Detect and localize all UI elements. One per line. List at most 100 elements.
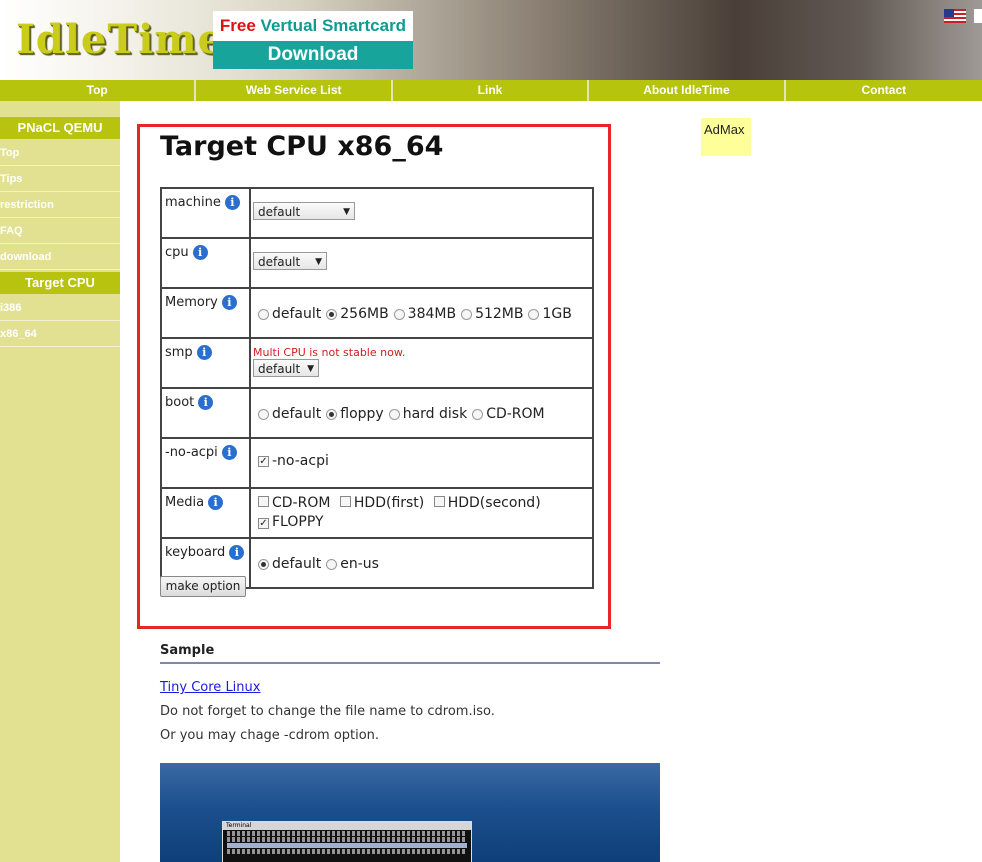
nav-top[interactable]: Top bbox=[0, 80, 197, 101]
memory-option-label: 1GB bbox=[542, 306, 572, 322]
option-row-memory: Memory i default 256MB 384MB 512MB 1GB bbox=[160, 287, 594, 339]
chevron-down-icon: ▼ bbox=[307, 364, 314, 374]
option-label-keyboard: keyboard bbox=[165, 545, 226, 560]
option-row-boot: boot i default floppy hard disk CD-ROM bbox=[160, 387, 594, 439]
no-acpi-checkbox-label: -no-acpi bbox=[272, 453, 329, 469]
memory-radio-default[interactable] bbox=[258, 308, 269, 320]
media-option-label: FLOPPY bbox=[272, 514, 324, 530]
boot-radio-cdrom[interactable] bbox=[472, 408, 484, 420]
us-flag-icon[interactable] bbox=[944, 9, 966, 23]
sidebar-item-x86-64[interactable]: x86_64 bbox=[0, 322, 120, 347]
smp-warning-text: Multi CPU is not stable now. bbox=[253, 346, 406, 359]
download-banner[interactable]: Free Vertual Smartcard Download bbox=[213, 11, 413, 69]
info-icon[interactable]: i bbox=[221, 445, 237, 460]
info-icon[interactable]: i bbox=[192, 245, 208, 260]
info-icon[interactable]: i bbox=[208, 495, 224, 510]
sample-screenshot: Terminal bbox=[160, 763, 660, 862]
chevron-down-icon: ▼ bbox=[343, 207, 350, 217]
media-option-label: HDD(second) bbox=[447, 495, 541, 511]
admax-ad[interactable]: AdMax bbox=[701, 118, 751, 156]
memory-option-label: 384MB bbox=[407, 306, 457, 322]
smp-select[interactable]: default ▼ bbox=[253, 359, 319, 377]
sidebar-item-top[interactable]: Top bbox=[0, 141, 120, 166]
terminal-line bbox=[227, 843, 467, 848]
info-icon[interactable]: i bbox=[198, 395, 214, 410]
boot-option-label: default bbox=[272, 406, 322, 422]
info-icon[interactable]: i bbox=[221, 295, 237, 310]
media-checkbox-floppy[interactable]: ✓ bbox=[258, 518, 269, 529]
machine-select[interactable]: default ▼ bbox=[253, 202, 355, 220]
sidebar: PNaCL QEMU Top Tips restriction FAQ down… bbox=[0, 101, 120, 862]
sidebar-item-tips[interactable]: Tips bbox=[0, 167, 120, 192]
nav-web-service-list[interactable]: Web Service List bbox=[196, 80, 393, 101]
boot-option-label: hard disk bbox=[402, 406, 468, 422]
sidebar-item-download[interactable]: download bbox=[0, 245, 120, 270]
memory-option-label: default bbox=[272, 306, 322, 322]
sidebar-item-restriction[interactable]: restriction bbox=[0, 193, 120, 218]
banner-download-text: Download bbox=[213, 41, 413, 69]
terminal-line bbox=[227, 831, 467, 836]
option-row-media: Media i CD-ROM HDD(first) HDD(second) ✓ FL… bbox=[160, 487, 594, 539]
info-icon[interactable]: i bbox=[229, 545, 245, 560]
tiny-core-linux-link[interactable]: Tiny Core Linux bbox=[160, 680, 260, 695]
memory-radio-1gb[interactable] bbox=[528, 308, 540, 320]
cpu-select-value: default bbox=[258, 255, 301, 269]
option-label-cpu: cpu bbox=[165, 245, 189, 260]
option-label-memory: Memory bbox=[165, 295, 218, 310]
machine-select-value: default bbox=[258, 205, 301, 219]
option-label-boot: boot bbox=[165, 395, 195, 410]
boot-radio-hard-disk[interactable] bbox=[388, 408, 400, 420]
sidebar-item-faq[interactable]: FAQ bbox=[0, 219, 120, 244]
sample-heading: Sample bbox=[160, 643, 660, 664]
option-label-smp: smp bbox=[165, 345, 193, 360]
keyboard-radio-default[interactable] bbox=[258, 558, 269, 570]
sample-text-rename: Do not forget to change the file name to… bbox=[160, 704, 495, 719]
nav-about[interactable]: About IdleTime bbox=[589, 80, 786, 101]
terminal-line bbox=[227, 849, 467, 854]
sidebar-section-pnacl: PNaCL QEMU bbox=[0, 117, 120, 139]
nav-link[interactable]: Link bbox=[393, 80, 590, 101]
media-option-label: CD-ROM bbox=[272, 495, 331, 511]
option-label-machine: machine bbox=[165, 195, 221, 210]
memory-radio-512mb[interactable] bbox=[461, 308, 473, 320]
sidebar-item-i386[interactable]: i386 bbox=[0, 296, 120, 321]
site-logo[interactable]: IdleTime bbox=[16, 16, 224, 63]
media-checkbox-hdd-second[interactable] bbox=[433, 496, 445, 507]
boot-option-label: CD-ROM bbox=[486, 406, 545, 422]
option-row-no-acpi: -no-acpi i ✓ -no-acpi bbox=[160, 437, 594, 489]
media-checkbox-cdrom[interactable] bbox=[258, 496, 269, 507]
options-table: machine i default ▼ cpu i default ▼ Memory i … bbox=[160, 187, 594, 589]
memory-option-label: 256MB bbox=[340, 306, 389, 322]
make-option-button[interactable]: make option bbox=[160, 576, 246, 597]
japan-flag-icon[interactable] bbox=[974, 9, 982, 23]
option-label-no-acpi: -no-acpi bbox=[165, 445, 218, 460]
memory-radio-256mb[interactable] bbox=[326, 308, 338, 320]
sidebar-section-target-cpu: Target CPU bbox=[0, 272, 120, 294]
cpu-select[interactable]: default ▼ bbox=[253, 252, 327, 270]
keyboard-option-label: default bbox=[272, 556, 322, 572]
info-icon[interactable]: i bbox=[196, 345, 212, 360]
media-checkbox-hdd-first[interactable] bbox=[339, 496, 351, 507]
option-row-smp: smp i Multi CPU is not stable now. defaul… bbox=[160, 337, 594, 389]
terminal-line bbox=[227, 837, 467, 842]
flag-canton bbox=[944, 9, 954, 17]
boot-radio-default[interactable] bbox=[258, 408, 269, 420]
top-nav: Top Web Service List Link About IdleTime… bbox=[0, 80, 982, 101]
info-icon[interactable]: i bbox=[224, 195, 240, 210]
media-option-label: HDD(first) bbox=[353, 495, 425, 511]
option-label-media: Media bbox=[165, 495, 205, 510]
keyboard-radio-en-us[interactable] bbox=[326, 558, 338, 570]
memory-radio-384mb[interactable] bbox=[393, 308, 405, 320]
terminal-title: Terminal bbox=[223, 822, 471, 830]
option-row-machine: machine i default ▼ bbox=[160, 187, 594, 239]
nav-contact[interactable]: Contact bbox=[786, 80, 982, 101]
banner-title: Free Vertual Smartcard bbox=[213, 11, 413, 41]
smp-select-value: default bbox=[258, 362, 301, 376]
banner-product-text: Vertual Smartcard bbox=[255, 16, 407, 35]
page-title: Target CPU x86_64 bbox=[160, 131, 444, 162]
terminal-window: Terminal bbox=[222, 821, 472, 862]
boot-radio-floppy[interactable] bbox=[326, 408, 338, 420]
no-acpi-checkbox[interactable]: ✓ bbox=[258, 455, 269, 467]
sample-text-cdrom-option: Or you may chage -cdrom option. bbox=[160, 728, 380, 743]
banner-free-text: Free bbox=[219, 16, 256, 35]
